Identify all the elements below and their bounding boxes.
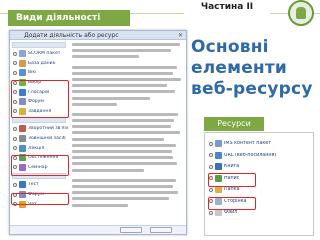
quiz-icon xyxy=(19,181,26,189)
description-text xyxy=(72,119,174,123)
radio-button[interactable] xyxy=(209,164,213,169)
description-text xyxy=(72,71,173,75)
description-text xyxy=(72,96,151,100)
description-text xyxy=(72,197,170,201)
resources-list: IMS контент пакет URL (веб-посилання) Кн… xyxy=(204,132,314,236)
highlight-frame xyxy=(208,197,256,210)
activity-item-database[interactable]: База даних xyxy=(10,59,68,69)
book-icon xyxy=(215,163,222,171)
description-text xyxy=(72,90,176,94)
url-icon xyxy=(215,151,222,159)
description-text xyxy=(72,102,117,106)
description-text xyxy=(72,168,144,172)
database-icon xyxy=(19,59,26,67)
highlight-frame xyxy=(208,173,256,187)
description-text xyxy=(72,77,181,81)
description-panel xyxy=(72,43,184,233)
description-text xyxy=(72,150,172,153)
ims-package-icon xyxy=(215,140,222,148)
description-text xyxy=(72,125,171,129)
radio-button[interactable] xyxy=(209,210,213,215)
highlight-frame xyxy=(11,193,69,205)
description-text xyxy=(72,49,171,53)
description-text xyxy=(72,156,173,160)
radio-button[interactable] xyxy=(13,51,17,56)
radio-button[interactable] xyxy=(13,70,17,75)
university-logo-icon xyxy=(288,0,314,26)
feedback-icon xyxy=(19,125,26,133)
description-text xyxy=(72,143,177,147)
close-icon[interactable]: ✕ xyxy=(178,32,183,39)
dialog-title: Додати діяльність або ресурс xyxy=(10,31,186,40)
part-label: Частина ІІ xyxy=(184,0,270,15)
external-tool-icon xyxy=(19,135,26,143)
lesson-icon xyxy=(19,144,26,152)
description-text xyxy=(72,43,180,46)
activity-list: SCORM пакет База даних Вікі Вибір Глосар… xyxy=(10,41,68,209)
description-text xyxy=(72,203,128,207)
package-icon xyxy=(19,50,26,58)
radio-button[interactable] xyxy=(209,153,213,158)
add-activity-dialog: Додати діяльність або ресурс ✕ SCORM пак… xyxy=(9,30,187,235)
description-text xyxy=(72,184,173,188)
description-text xyxy=(72,137,164,141)
activity-item-wiki[interactable]: Вікі xyxy=(10,68,68,78)
resources-label: Ресурси xyxy=(204,117,264,131)
radio-button[interactable] xyxy=(13,136,17,141)
radio-button[interactable] xyxy=(209,187,213,192)
section-label: Види діяльності xyxy=(8,10,130,26)
activity-item-external-tool[interactable]: Зовнішній засіб xyxy=(10,134,68,144)
description-text xyxy=(72,84,168,88)
activity-item-quiz[interactable]: Тест xyxy=(10,180,68,190)
radio-button[interactable] xyxy=(13,126,17,131)
folder-icon xyxy=(215,186,222,194)
resource-item-url[interactable]: URL (веб-посилання) xyxy=(205,150,313,162)
cancel-button[interactable] xyxy=(150,227,172,233)
activity-item-scorm[interactable]: SCORM пакет xyxy=(10,49,68,59)
description-text xyxy=(72,191,179,195)
file-icon xyxy=(215,209,222,217)
activity-item-lesson[interactable]: Лекція xyxy=(10,143,68,153)
description-text xyxy=(72,178,177,182)
category-header xyxy=(12,117,66,124)
radio-button[interactable] xyxy=(13,61,17,66)
highlight-frame xyxy=(11,155,69,176)
description-text xyxy=(72,65,178,69)
radio-button[interactable] xyxy=(13,182,17,187)
activity-item-feedback[interactable]: Зворотний зв'язок xyxy=(10,124,68,134)
category-header xyxy=(12,42,66,48)
radio-button[interactable] xyxy=(13,146,17,151)
resource-item-book[interactable]: Книга xyxy=(205,161,313,173)
description-text xyxy=(72,162,178,166)
wiki-icon xyxy=(19,69,26,77)
add-button[interactable] xyxy=(120,227,142,233)
description-text xyxy=(72,131,180,135)
resource-item-ims-package[interactable]: IMS контент пакет xyxy=(205,138,313,150)
dialog-footer xyxy=(10,225,186,234)
description-text xyxy=(72,112,179,116)
description-text xyxy=(72,55,140,59)
page-title: Основні елементи веб-ресурсу xyxy=(191,37,313,99)
highlight-frame xyxy=(11,80,69,118)
radio-button[interactable] xyxy=(209,141,213,146)
